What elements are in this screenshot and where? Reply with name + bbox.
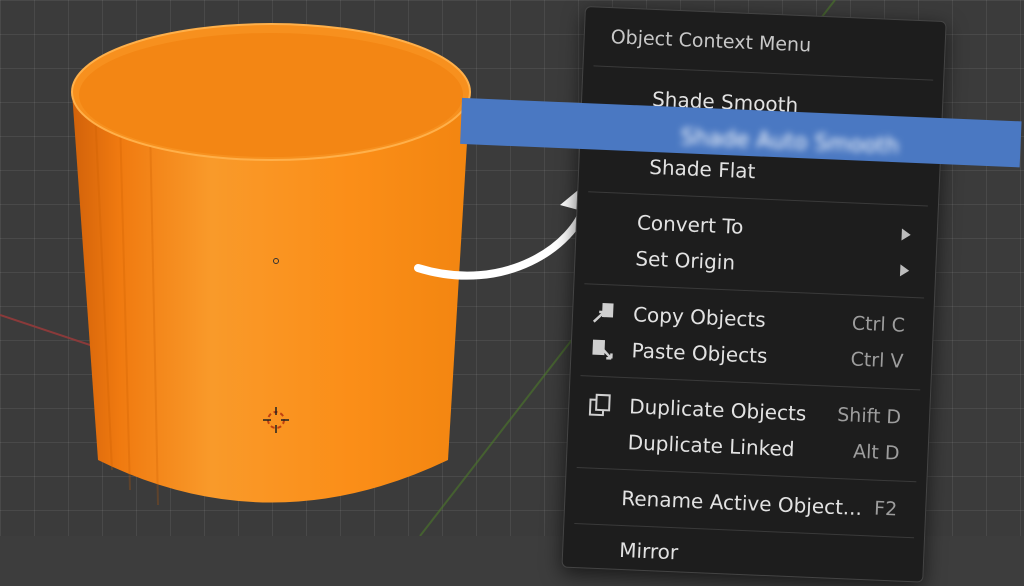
object-context-menu: Object Context Menu Shade Smooth Shade A…: [460, 6, 1022, 583]
menu-item-label: Mirror: [618, 537, 679, 565]
menu-item-shortcut: F2: [873, 497, 898, 521]
menu-separator: [593, 65, 934, 81]
menu-separator: [584, 283, 925, 299]
submenu-arrow-icon: [901, 228, 911, 241]
menu-item-shortcut: Ctrl C: [851, 312, 906, 337]
menu-separator: [580, 375, 921, 391]
menu-item-label: Copy Objects: [632, 302, 767, 332]
menu-item-label: Set Origin: [634, 246, 736, 275]
menu-item-label: Rename Active Object...: [620, 485, 863, 521]
copy-icon: [592, 302, 614, 323]
menu-item-label: Duplicate Linked: [627, 430, 796, 462]
paste-icon: [592, 339, 613, 360]
menu-separator: [576, 467, 917, 483]
submenu-arrow-icon: [899, 264, 910, 277]
menu-item-rename-active-object[interactable]: Rename Active Object... F2: [565, 479, 926, 528]
cylinder-top-inner: [79, 33, 463, 157]
menu-item-shortcut: Ctrl V: [850, 348, 904, 373]
menu-separator: [588, 191, 928, 207]
menu-item-label: Shade Flat: [648, 154, 756, 184]
menu-title: Object Context Menu: [610, 26, 812, 57]
menu-item-mirror[interactable]: Mirror: [563, 531, 924, 580]
menu-item-label: Duplicate Objects: [628, 394, 807, 426]
menu-item-shortcut: Alt D: [852, 440, 900, 465]
menu-item-label: Convert To: [636, 210, 744, 239]
menu-item-shortcut: Shift D: [836, 403, 902, 429]
menu-item-label: Paste Objects: [631, 338, 768, 368]
duplicate-icon: [588, 393, 611, 417]
